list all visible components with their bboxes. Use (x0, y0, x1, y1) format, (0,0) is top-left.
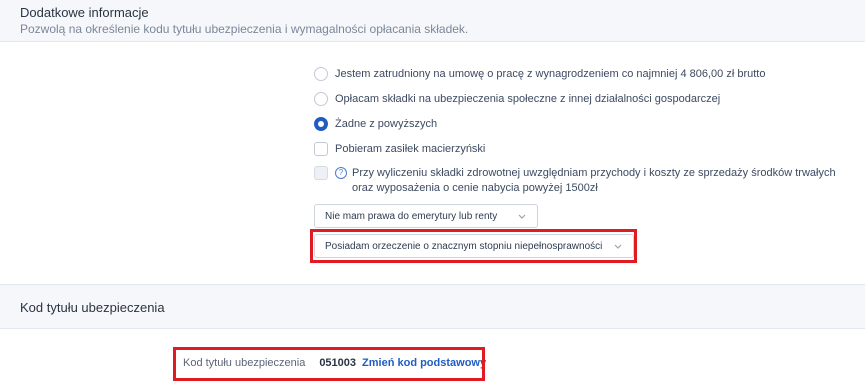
section-title: Dodatkowe informacje (20, 5, 149, 20)
checkbox-label: Pobieram zasiłek macierzyński (335, 143, 486, 155)
radio-label: Żadne z powyższych (335, 118, 438, 130)
pension-select-value: Nie mam prawa do emerytury lub renty (325, 210, 498, 222)
radio-label: Jestem zatrudniony na umowę o pracę z wy… (335, 68, 766, 80)
checkbox-option-fixed-assets: ? Przy wyliczeniu składki zdrowotnej uwz… (314, 166, 852, 196)
section-header-additional-info: Dodatkowe informacje Pozwolą na określen… (0, 0, 865, 42)
pension-select[interactable]: Nie mam prawa do emerytury lub renty (314, 204, 538, 228)
section-title: Kod tytułu ubezpieczenia (20, 300, 165, 315)
highlight-box-disability (310, 229, 637, 263)
radio-option-none[interactable]: Żadne z powyższych (314, 117, 437, 132)
section-header-insurance-code: Kod tytułu ubezpieczenia (0, 284, 865, 329)
radio-option-other-business[interactable]: Opłacam składki na ubezpieczenia społecz… (314, 92, 720, 107)
checkbox-label: Przy wyliczeniu składki zdrowotnej uwzgl… (352, 167, 836, 194)
radio-button-checked[interactable] (314, 117, 328, 131)
radio-label: Opłacam składki na ubezpieczenia społecz… (335, 93, 721, 105)
info-icon[interactable]: ? (335, 167, 347, 179)
checkbox-disabled (314, 166, 328, 180)
chevron-down-icon (518, 214, 526, 219)
radio-button[interactable] (314, 92, 328, 106)
radio-button[interactable] (314, 67, 328, 81)
radio-option-employment[interactable]: Jestem zatrudniony na umowę o pracę z wy… (314, 67, 765, 82)
section-subtitle: Pozwolą na określenie kodu tytułu ubezpi… (20, 22, 469, 36)
checkbox[interactable] (314, 142, 328, 156)
highlight-box-insurance-code (173, 347, 485, 381)
checkbox-option-maternity[interactable]: Pobieram zasiłek macierzyński (314, 142, 485, 157)
